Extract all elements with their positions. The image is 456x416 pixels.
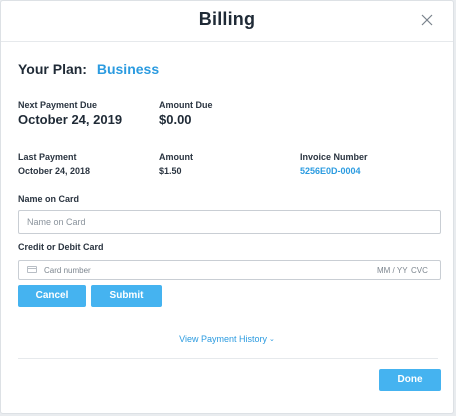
- amount-due-label: Amount Due: [159, 100, 213, 110]
- submit-button[interactable]: Submit: [91, 285, 162, 307]
- plan-name: Business: [96, 61, 160, 77]
- amount-due-value: $0.00: [159, 112, 192, 127]
- amount-label: Amount: [159, 152, 193, 162]
- plan-row: Your Plan: Business: [18, 61, 159, 77]
- card-number-input[interactable]: Card number: [44, 266, 91, 275]
- invoice-number-label: Invoice Number: [300, 152, 368, 162]
- invoice-number-link[interactable]: 5256E0D-0004: [300, 166, 361, 176]
- view-payment-history-link[interactable]: View Payment History ⌄: [1, 334, 453, 344]
- card-cvc-input[interactable]: CVC: [411, 266, 428, 275]
- modal-header: Billing: [1, 1, 453, 42]
- credit-card-icon: [27, 266, 37, 273]
- name-on-card-input[interactable]: [18, 210, 441, 234]
- next-payment-label: Next Payment Due: [18, 100, 98, 110]
- name-on-card-label: Name on Card: [18, 194, 80, 204]
- amount-value: $1.50: [159, 166, 182, 176]
- card-label: Credit or Debit Card: [18, 242, 104, 252]
- card-expiry-input[interactable]: MM / YY: [377, 266, 408, 275]
- billing-modal: Billing Your Plan: Business Next Payment…: [0, 0, 454, 414]
- footer-divider: [18, 358, 438, 359]
- chevron-down-icon: ⌄: [269, 336, 275, 343]
- card-element[interactable]: Card number MM / YY CVC: [18, 260, 441, 280]
- plan-label: Your Plan:: [18, 61, 87, 77]
- next-payment-value: October 24, 2019: [18, 112, 123, 127]
- done-button[interactable]: Done: [379, 369, 441, 391]
- modal-title: Billing: [198, 9, 256, 29]
- last-payment-label: Last Payment: [18, 152, 77, 162]
- view-payment-history-label: View Payment History: [179, 334, 267, 344]
- cancel-button[interactable]: Cancel: [18, 285, 86, 307]
- close-icon[interactable]: [419, 12, 435, 28]
- last-payment-value: October 24, 2018: [18, 166, 91, 176]
